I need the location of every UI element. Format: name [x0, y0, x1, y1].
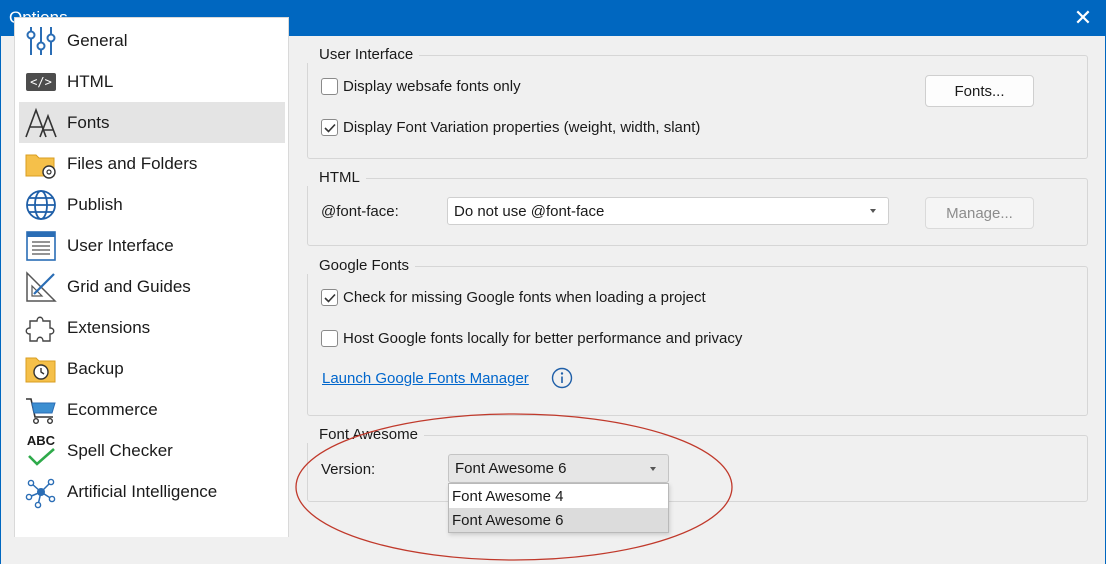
globe-icon [23, 187, 59, 223]
font-awesome-group [307, 435, 1088, 502]
sidebar-item-spell-checker[interactable]: ABC Spell Checker [19, 430, 285, 471]
font-awesome-group-title: Font Awesome [307, 426, 424, 443]
sidebar-item-label: Publish [67, 194, 123, 214]
sidebar-item-label: Extensions [67, 317, 151, 337]
window-layout-icon [23, 228, 59, 264]
launch-google-fonts-manager-link[interactable]: Launch Google Fonts Manager [322, 370, 529, 387]
font-variation-checkbox-box[interactable] [321, 119, 338, 136]
user-interface-group-title: User Interface [307, 46, 420, 63]
sidebar-item-label: User Interface [67, 235, 174, 255]
font-awesome-version-select[interactable]: Font Awesome 6 [448, 454, 669, 483]
google-fonts-group-title: Google Fonts [307, 257, 416, 274]
sidebar-item-artificial-intelligence[interactable]: Artificial Intelligence [19, 471, 285, 512]
chevron-down-icon [650, 466, 656, 471]
sliders-icon [23, 23, 59, 59]
sidebar-item-ecommerce[interactable]: Ecommerce [19, 389, 285, 430]
sidebar-item-html[interactable]: </> HTML [19, 61, 285, 102]
dropdown-option-font-awesome-6[interactable]: Font Awesome 6 [449, 508, 668, 532]
host-locally-checkbox-box[interactable] [321, 330, 338, 347]
sidebar-item-fonts[interactable]: Fonts [19, 102, 285, 143]
sidebar-item-extensions[interactable]: Extensions [19, 307, 285, 348]
sidebar-item-label: Files and Folders [67, 153, 198, 173]
info-icon[interactable] [551, 367, 573, 394]
font-glyph-icon [23, 105, 59, 141]
options-sidebar: General </> HTML Fonts Files and Folders [14, 17, 289, 537]
close-icon[interactable]: ✕ [1060, 0, 1106, 36]
sidebar-item-grid-and-guides[interactable]: Grid and Guides [19, 266, 285, 307]
sidebar-item-label: Ecommerce [67, 399, 158, 419]
shopping-cart-icon [23, 392, 59, 428]
sidebar-item-label: General [67, 30, 128, 50]
ruler-triangle-icon [23, 269, 59, 305]
sidebar-item-backup[interactable]: Backup [19, 348, 285, 389]
puzzle-piece-icon [23, 310, 59, 346]
version-label: Version: [321, 461, 376, 478]
sidebar-item-label: Grid and Guides [67, 276, 191, 296]
user-interface-group [307, 55, 1088, 159]
dropdown-option-font-awesome-4[interactable]: Font Awesome 4 [449, 484, 668, 508]
sidebar-item-label: HTML [67, 71, 114, 91]
font-variation-checkbox-label: Display Font Variation properties (weigh… [343, 119, 701, 136]
html-group-title: HTML [307, 169, 366, 186]
check-missing-google-fonts-checkbox[interactable]: Check for missing Google fonts when load… [321, 289, 706, 306]
font-variation-checkbox[interactable]: Display Font Variation properties (weigh… [321, 119, 700, 136]
abc-check-icon: ABC [23, 433, 59, 469]
font-awesome-version-dropdown: Font Awesome 4 Font Awesome 6 [448, 483, 669, 533]
sidebar-item-user-interface[interactable]: User Interface [19, 225, 285, 266]
websafe-checkbox-label: Display websafe fonts only [343, 78, 521, 95]
font-awesome-version-value: Font Awesome 6 [455, 460, 567, 477]
websafe-fonts-checkbox[interactable]: Display websafe fonts only [321, 78, 521, 95]
chevron-down-icon [870, 209, 876, 213]
folder-gear-icon [23, 146, 59, 182]
host-locally-checkbox-label: Host Google fonts locally for better per… [343, 330, 743, 347]
sidebar-item-publish[interactable]: Publish [19, 184, 285, 225]
check-missing-checkbox-box[interactable] [321, 289, 338, 306]
host-google-fonts-locally-checkbox[interactable]: Host Google fonts locally for better per… [321, 330, 742, 347]
sidebar-item-general[interactable]: General [19, 20, 285, 61]
manage-button[interactable]: Manage... [925, 197, 1034, 229]
font-face-label: @font-face: [321, 203, 399, 220]
font-face-select-value: Do not use @font-face [454, 202, 605, 220]
check-missing-checkbox-label: Check for missing Google fonts when load… [343, 289, 706, 306]
sidebar-item-label: Artificial Intelligence [67, 481, 218, 501]
backup-clock-icon [23, 351, 59, 387]
ai-network-icon [23, 474, 59, 510]
websafe-checkbox-box[interactable] [321, 78, 338, 95]
font-face-select[interactable]: Do not use @font-face [447, 197, 889, 225]
sidebar-item-label: Backup [67, 358, 124, 378]
code-tag-icon: </> [23, 64, 59, 100]
sidebar-item-files-and-folders[interactable]: Files and Folders [19, 143, 285, 184]
sidebar-item-label: Fonts [67, 112, 110, 132]
sidebar-item-label: Spell Checker [67, 440, 173, 460]
fonts-button[interactable]: Fonts... [925, 75, 1034, 107]
